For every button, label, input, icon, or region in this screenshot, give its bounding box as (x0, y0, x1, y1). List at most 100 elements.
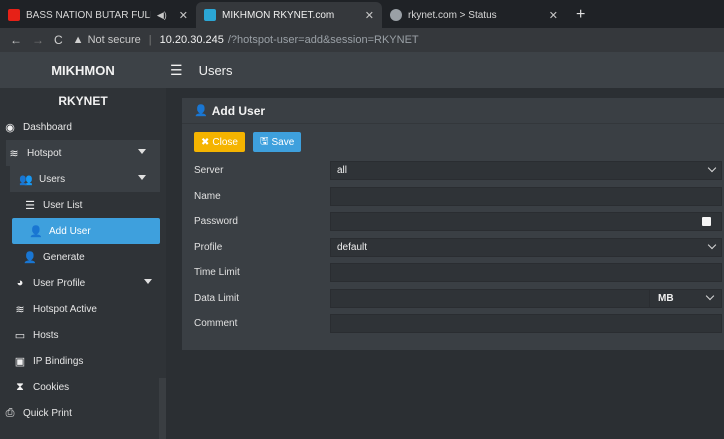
chevron-down-icon (707, 164, 717, 173)
form-row-server: Server all (194, 158, 724, 184)
server-label: Server (194, 165, 224, 177)
sidebar-item-label: Generate (43, 251, 85, 263)
form-row-profile: Profile default (194, 235, 724, 261)
hourglass-icon: ⧗ (16, 380, 24, 393)
close-button-label: Close (212, 136, 238, 148)
url-host: 10.20.30.245 (159, 34, 224, 46)
sidebar-item-users[interactable]: 👥 Users (10, 166, 160, 192)
browser-tab-bar: BASS NATION BUTAR FULL / ◀) ✕ MIKHMON RK… (0, 0, 724, 28)
data-limit-unit: MB (658, 292, 674, 304)
data-limit-input[interactable]: MB (330, 288, 722, 308)
url-field[interactable]: ▲ Not secure | 10.20.30.245/?hotspot-use… (73, 34, 419, 46)
sidebar-item-user-profile[interactable]: ◕ User Profile (0, 270, 166, 296)
browser-tab-mikhmon[interactable]: MIKHMON RKYNET.com ✕ (196, 2, 382, 28)
address-card-icon: ▣ (14, 355, 26, 368)
speaker-icon[interactable]: ◀) (157, 10, 167, 21)
add-user-card: 👤 Add User ✖ Close 🖫 Save Server all Nam… (182, 98, 724, 350)
user-plus-icon: 👤 (29, 225, 43, 238)
user-plus-icon: 👤 (23, 251, 37, 264)
sidebar-item-hotspot-active[interactable]: ≋ Hotspot Active (0, 296, 166, 322)
save-icon: 🖫 (259, 135, 269, 147)
sidebar-item-dashboard[interactable]: ◉ Dashboard (0, 114, 166, 140)
sidebar-item-quick-print[interactable]: ⎙ Quick Print (0, 400, 166, 426)
main-content: 👤 Add User ✖ Close 🖫 Save Server all Nam… (166, 88, 724, 439)
app-header: MIKHMON ☰ Users (0, 52, 724, 88)
globe-icon (390, 9, 402, 21)
sidebar-item-label: Users (39, 173, 66, 185)
sidebar-item-label: IP Bindings (33, 355, 84, 367)
profile-label: Profile (194, 241, 223, 253)
session-name: RKYNET (58, 94, 108, 108)
sidebar-item-hosts[interactable]: ▭ Hosts (0, 322, 166, 348)
show-password-checkbox[interactable] (702, 217, 711, 227)
form-row-time-limit: Time Limit (194, 260, 724, 286)
name-label: Name (194, 190, 221, 202)
chevron-down-icon (707, 240, 717, 249)
data-limit-unit-select[interactable]: MB (649, 289, 721, 307)
password-input[interactable] (330, 212, 722, 232)
sidebar-item-label: Hotspot (27, 147, 62, 159)
chevron-down-icon (144, 279, 152, 284)
name-input[interactable] (330, 186, 722, 206)
server-value: all (337, 165, 348, 177)
warning-icon: ▲ (72, 34, 84, 46)
address-bar: ← → C ▲ Not secure | 10.20.30.245/?hotsp… (0, 28, 724, 52)
sidebar-item-cookies[interactable]: ⧗ Cookies (0, 374, 166, 400)
sidebar-item-label: Add User (49, 225, 91, 237)
chevron-down-icon (138, 149, 146, 154)
back-icon[interactable]: ← (10, 33, 22, 47)
sidebar-scrollbar[interactable] (159, 378, 166, 439)
sidebar-item-label: Hotspot Active (33, 303, 97, 315)
sidebar-item-ip-bindings[interactable]: ▣ IP Bindings (0, 348, 166, 374)
browser-tab-youtube[interactable]: BASS NATION BUTAR FULL / ◀) ✕ (0, 2, 196, 28)
dashboard-icon: ◉ (5, 121, 15, 134)
youtube-icon (8, 9, 20, 21)
form-actions: ✖ Close 🖫 Save (194, 132, 302, 152)
card-title: Add User (211, 103, 266, 118)
close-tab-icon[interactable]: ✕ (359, 9, 374, 22)
close-tab-icon[interactable]: ✕ (173, 9, 188, 22)
url-path: /?hotspot-user=add&session=RKYNET (227, 34, 419, 46)
comment-input[interactable] (330, 314, 722, 334)
close-icon: ✖ (201, 136, 210, 148)
form-row-name: Name (194, 184, 724, 210)
sidebar-item-user-list[interactable]: ☰ User List (0, 192, 166, 218)
profile-value: default (337, 241, 368, 253)
password-label: Password (194, 216, 238, 228)
add-user-form: Server all Name Password Profile default… (194, 158, 724, 337)
sidebar-item-add-user[interactable]: 👤 Add User (12, 218, 160, 244)
sidebar: RKYNET ◉ Dashboard ≋ Hotspot 👥 Users ☰ U… (0, 88, 166, 439)
chevron-down-icon (138, 175, 146, 180)
user-plus-icon: 👤 (194, 105, 208, 117)
url-separator: | (148, 34, 152, 46)
save-button[interactable]: 🖫 Save (252, 132, 302, 152)
sidebar-item-label: User Profile (33, 277, 86, 289)
close-button[interactable]: ✖ Close (194, 132, 245, 152)
reload-icon[interactable]: C (54, 33, 63, 47)
menu-toggle-icon[interactable]: ☰ (170, 62, 183, 79)
list-icon: ☰ (25, 199, 35, 212)
browser-tab-status[interactable]: rkynet.com > Status ✕ (382, 2, 566, 28)
pie-chart-icon: ◕ (16, 277, 24, 289)
new-tab-button[interactable]: + (566, 2, 595, 28)
brand-logo[interactable]: MIKHMON (0, 63, 166, 78)
sidebar-item-label: User List (43, 199, 83, 211)
page-title: Users (198, 62, 233, 78)
server-select[interactable]: all (330, 161, 722, 181)
form-row-comment: Comment (194, 311, 724, 337)
close-tab-icon[interactable]: ✕ (543, 9, 558, 22)
sidebar-item-label: Cookies (33, 381, 70, 393)
save-button-label: Save (271, 136, 295, 148)
form-row-password: Password (194, 209, 724, 235)
sidebar-item-label: Dashboard (23, 121, 72, 133)
forward-icon[interactable]: → (32, 33, 44, 47)
laptop-icon: ▭ (14, 329, 26, 342)
sidebar-item-hotspot[interactable]: ≋ Hotspot (6, 140, 160, 166)
tab-title: BASS NATION BUTAR FULL / (26, 9, 151, 21)
users-icon: 👥 (19, 173, 33, 186)
comment-label: Comment (194, 318, 238, 330)
sidebar-item-generate[interactable]: 👤 Generate (0, 244, 166, 270)
mikhmon-favicon-icon (204, 9, 216, 21)
profile-select[interactable]: default (330, 237, 722, 257)
time-limit-input[interactable] (330, 263, 722, 283)
